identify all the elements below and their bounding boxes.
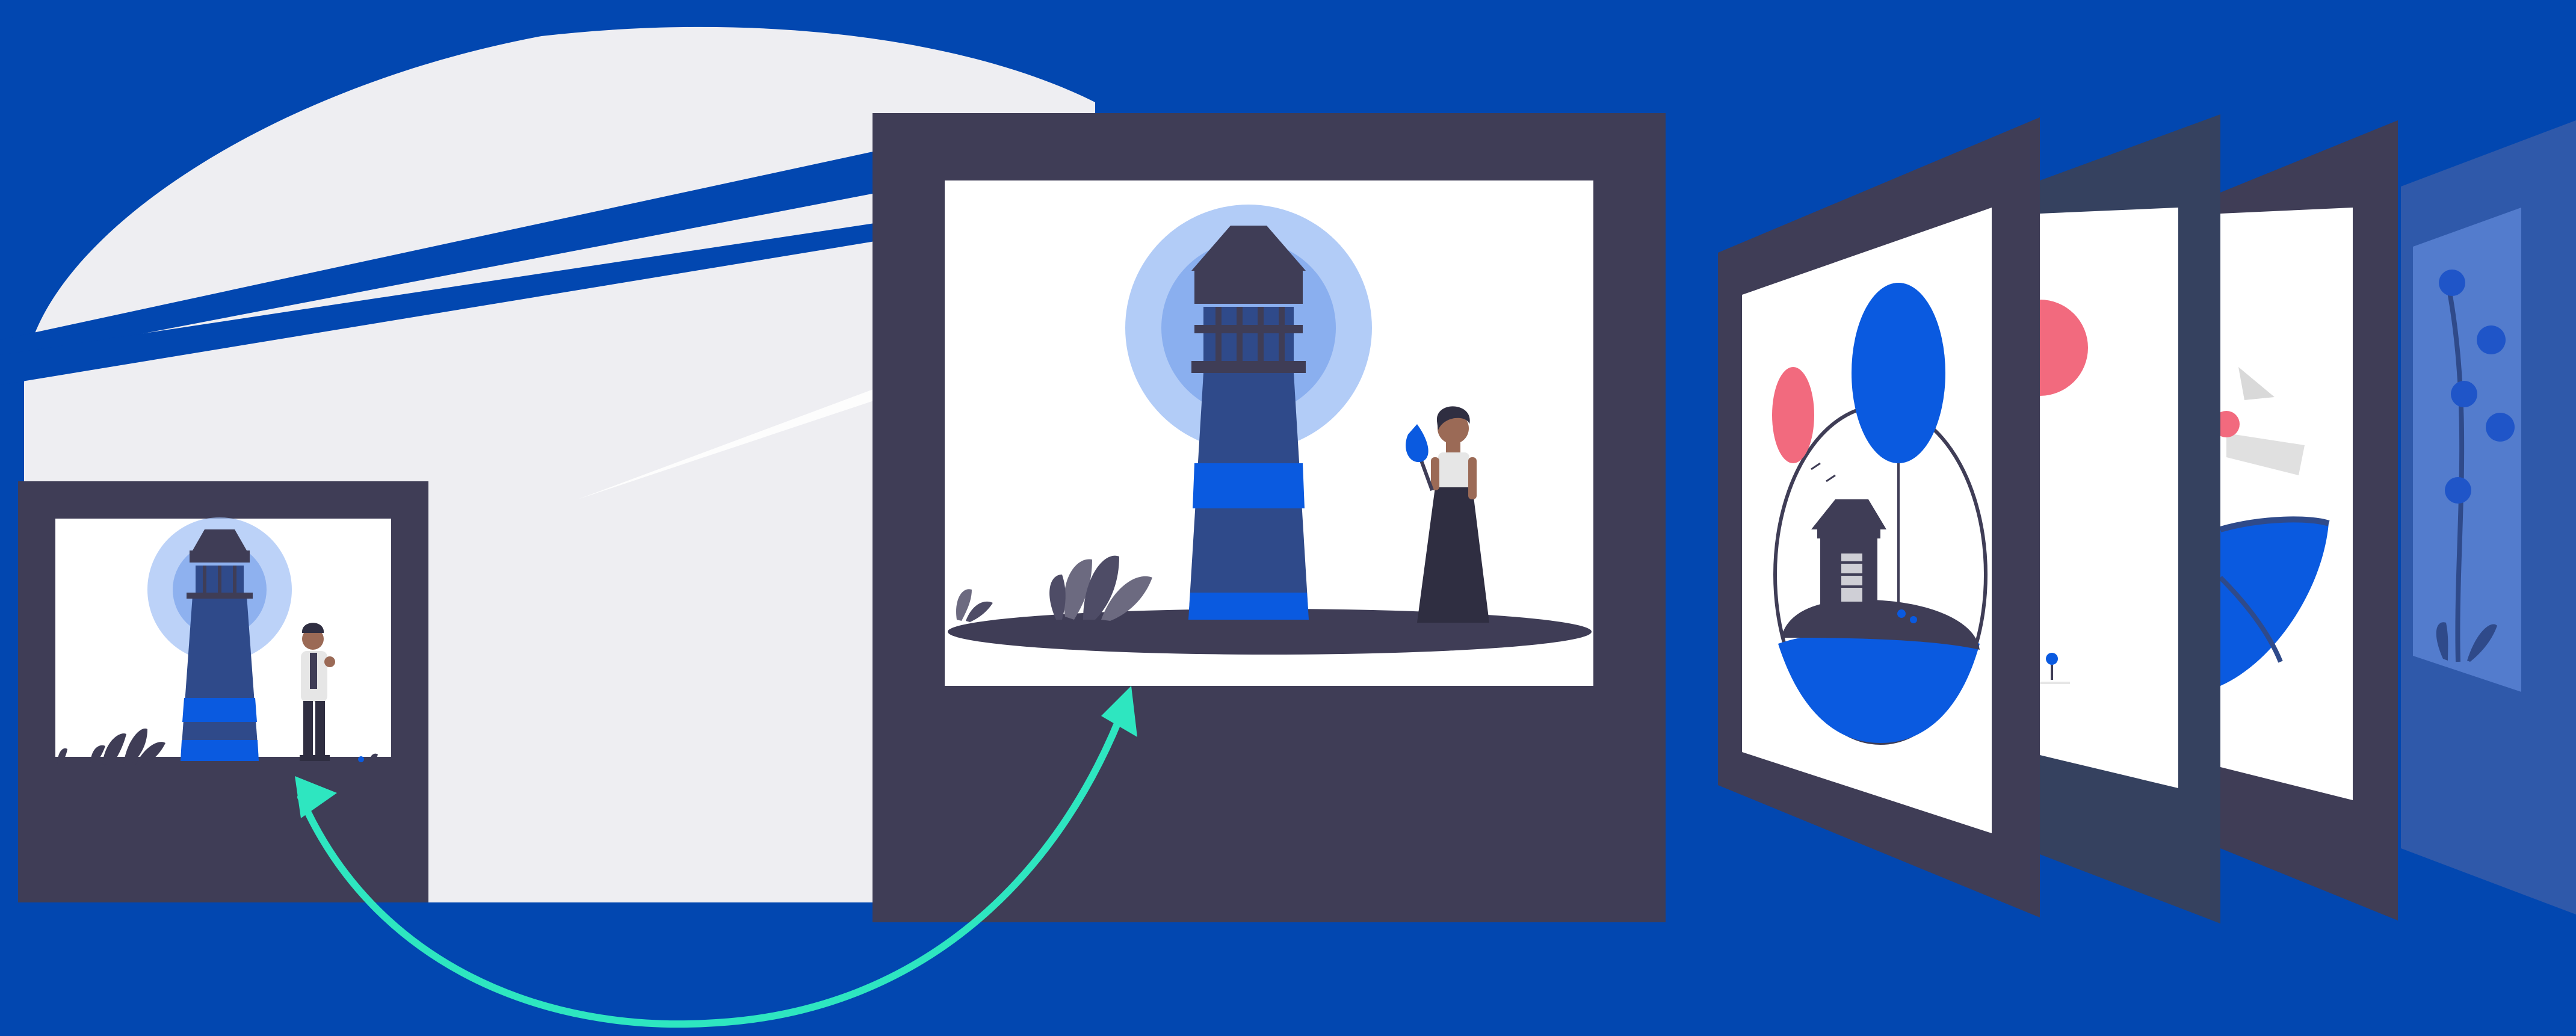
illustration-scene bbox=[0, 0, 2576, 1036]
stack-card-4 bbox=[2401, 120, 2576, 914]
large-card bbox=[873, 113, 1666, 922]
large-lighthouse-icon bbox=[1188, 226, 1309, 620]
stack-card-3 bbox=[2213, 120, 2398, 920]
stack-card-1 bbox=[1718, 117, 2040, 917]
small-card bbox=[18, 481, 428, 902]
